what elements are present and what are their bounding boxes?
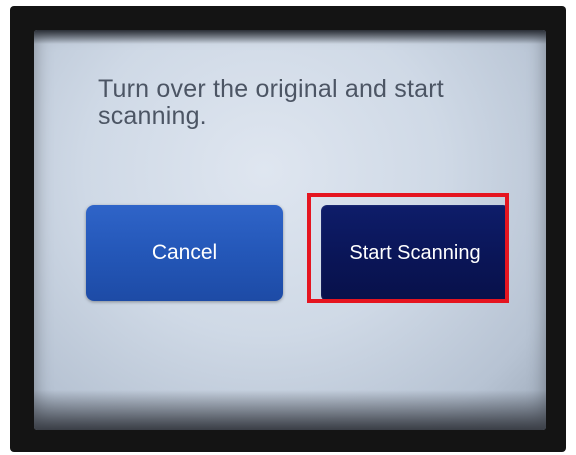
start-scanning-button[interactable]: Start Scanning <box>321 205 509 301</box>
screen-top-edge <box>34 30 546 44</box>
printer-device-frame: Turn over the original and start scannin… <box>10 6 566 452</box>
cancel-button-label: Cancel <box>151 241 218 264</box>
instruction-message: Turn over the original and start scannin… <box>98 75 444 130</box>
screen-bottom-edge <box>34 390 546 430</box>
cancel-button[interactable]: Cancel <box>86 205 283 301</box>
touch-screen: Turn over the original and start scannin… <box>34 30 546 430</box>
start-scanning-button-label: Start Scanning <box>349 241 481 264</box>
